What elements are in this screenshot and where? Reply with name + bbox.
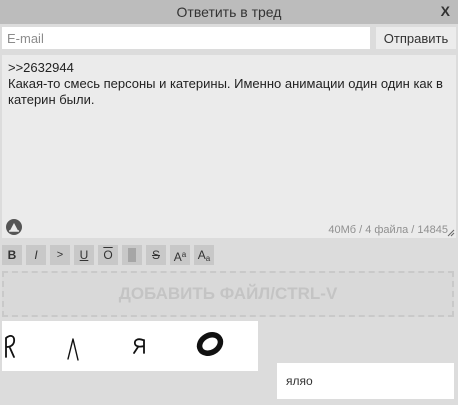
quote-button-label: >: [56, 249, 64, 261]
limits-counter: 40Мб / 4 файла / 14845: [328, 224, 448, 236]
captcha-input[interactable]: [277, 363, 454, 399]
captcha-glyphs-icon: [5, 332, 224, 361]
reply-title: Ответить в тред: [176, 4, 282, 20]
underline-button[interactable]: U: [74, 245, 94, 265]
close-button[interactable]: X: [441, 3, 450, 19]
italic-button-label: I: [34, 248, 38, 262]
subscript-button-label: A: [197, 248, 206, 262]
underline-button-label: U: [79, 248, 89, 262]
superscript-button-label: A: [173, 250, 182, 264]
send-button[interactable]: Отправить: [376, 27, 456, 49]
strike-button[interactable]: S: [146, 245, 166, 265]
message-textarea[interactable]: >>2632944 Какая-то смесь персоны и катер…: [2, 55, 456, 238]
file-dropzone[interactable]: ДОБАВИТЬ ФАЙЛ/CTRL-V: [2, 271, 454, 317]
quote-button[interactable]: >: [50, 245, 70, 265]
subscript-button-small: a: [205, 254, 211, 263]
resize-grip-icon[interactable]: [447, 229, 455, 237]
superscript-button-small: a: [181, 250, 187, 259]
bold-button-label: B: [7, 248, 17, 262]
message-text[interactable]: >>2632944 Какая-то смесь персоны и катер…: [8, 60, 448, 108]
italic-button[interactable]: I: [26, 245, 46, 265]
strike-button-label: S: [151, 248, 160, 262]
email-input[interactable]: [2, 27, 370, 49]
superscript-button[interactable]: Aa: [170, 245, 190, 265]
overline-button-label: O: [103, 248, 113, 262]
sage-icon[interactable]: [6, 219, 22, 235]
bold-button[interactable]: B: [2, 245, 22, 265]
captcha-image: [2, 321, 258, 371]
dropzone-label: ДОБАВИТЬ ФАЙЛ/CTRL-V: [118, 284, 338, 303]
spoiler-icon: [128, 248, 136, 262]
subscript-button[interactable]: Aa: [194, 245, 214, 265]
overline-button[interactable]: O: [98, 245, 118, 265]
reply-titlebar: Ответить в тред X: [0, 0, 458, 24]
spoiler-button[interactable]: [122, 245, 142, 265]
